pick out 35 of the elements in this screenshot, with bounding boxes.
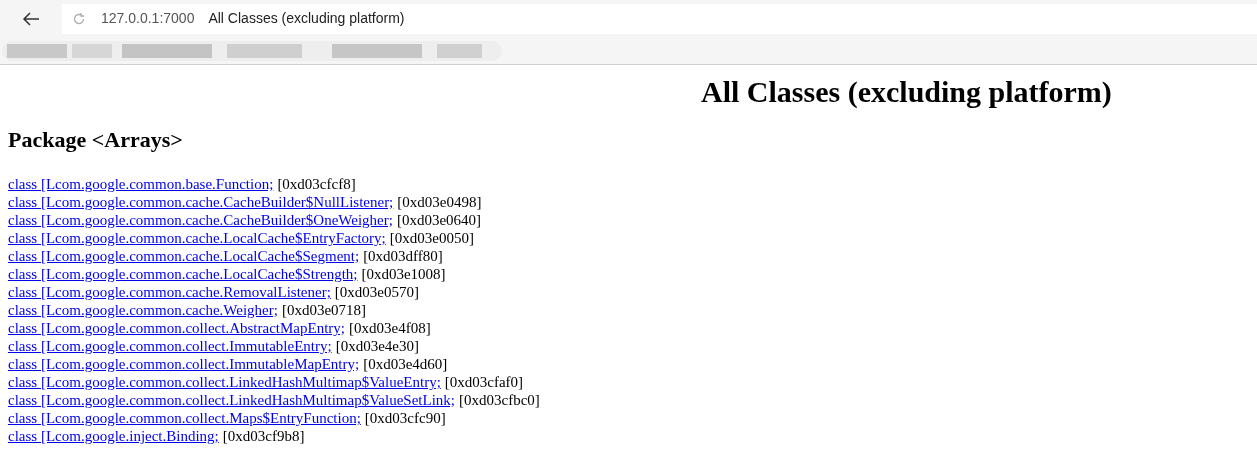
address-text: [0xd03cfbc0]: [459, 391, 540, 409]
address-text: [0xd03e0718]: [281, 301, 367, 319]
address-text: [0xd03e0498]: [397, 193, 482, 211]
address-text: [0xd03dff80]: [363, 247, 443, 265]
class-link[interactable]: class [Lcom.google.common.cache.LocalCache$EntryFactory;: [8, 229, 386, 247]
class-link[interactable]: class [Lcom.google.inject.Binding;: [8, 427, 219, 445]
class-link[interactable]: class [Lcom.google.common.cache.RemovalListener;: [8, 283, 331, 301]
class-link[interactable]: class [Lcom.google.common.cache.CacheBuilder$OneWeigher;: [8, 211, 393, 229]
address-text: [0xd03cfcf8]: [277, 175, 356, 193]
address-text: [0xd03e0570]: [334, 283, 419, 301]
page-title-text: All Classes (excluding platform): [208, 9, 405, 28]
page-heading: All Classes (excluding platform): [701, 75, 1112, 109]
address-text: [0xd03cfc90]: [364, 409, 446, 427]
class-link[interactable]: class [Lcom.google.common.cache.Weigher;: [8, 301, 278, 319]
address-text: [0xd03e4d60]: [363, 355, 448, 373]
address-bar[interactable]: 127.0.0.1:7000 All Classes (excluding platform): [62, 3, 1257, 34]
class-link[interactable]: class [Lcom.google.common.cache.LocalCache$Segment;: [8, 247, 360, 265]
url-text: 127.0.0.1:7000: [101, 9, 195, 28]
package-heading: Package <Arrays>: [8, 127, 183, 153]
class-link[interactable]: class [Lcom.google.common.cache.LocalCache$Strength;: [8, 265, 358, 283]
class-link[interactable]: class [Lcom.google.common.collect.ImmutableEntry;: [8, 337, 332, 355]
class-link[interactable]: class [Lcom.google.common.collect.ImmutableMapEntry;: [8, 355, 360, 373]
address-text: [0xd03e0640]: [396, 211, 482, 229]
address-text: [0xd03e4e30]: [335, 337, 419, 355]
class-link[interactable]: class [Lcom.google.common.collect.LinkedHashMultimap$ValueSetLink;: [8, 391, 455, 409]
address-text: [0xd03e0050]: [389, 229, 474, 247]
class-link[interactable]: class [Lcom.google.common.collect.LinkedHashMultimap$ValueEntry;: [8, 373, 441, 391]
class-link[interactable]: class [Lcom.google.common.collect.AbstractMapEntry;: [8, 319, 345, 337]
class-link[interactable]: class [Lcom.google.common.base.Function;: [8, 175, 274, 193]
class-link[interactable]: class [Lcom.google.common.cache.CacheBuilder$NullListener;: [8, 193, 394, 211]
address-text: [0xd03e1008]: [361, 265, 446, 283]
address-text: [0xd03cf9b8]: [222, 427, 305, 445]
address-text: [0xd03e4f08]: [349, 319, 431, 337]
address-text: [0xd03cfaf0]: [444, 373, 524, 391]
class-link[interactable]: class [Lcom.google.common.collect.Maps$EntryFunction;: [8, 409, 361, 427]
